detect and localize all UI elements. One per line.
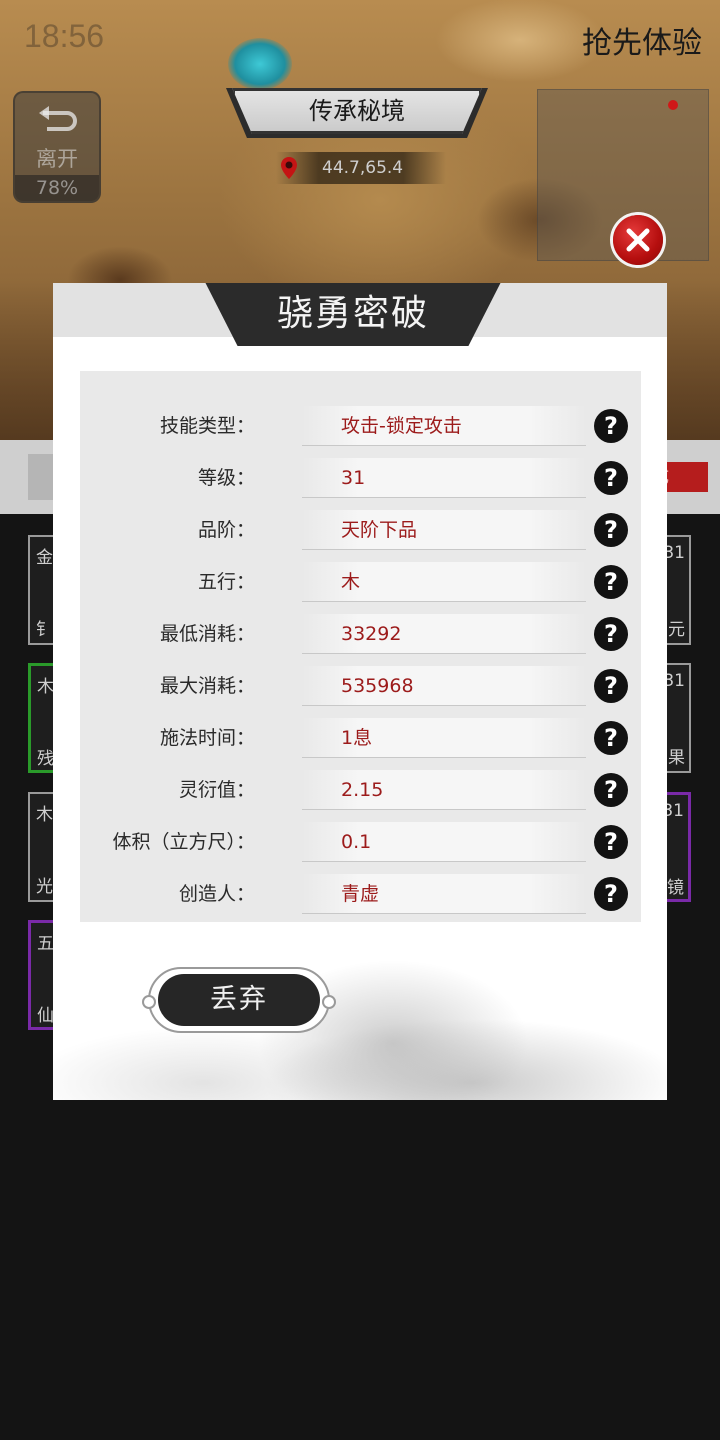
status-time: 18:56 <box>24 18 105 54</box>
info-row-volume: 体积（立方尺）： 0.1 ? <box>80 816 641 868</box>
early-access-label: 抢先体验 <box>582 26 702 61</box>
help-icon[interactable]: ? <box>594 877 628 911</box>
help-icon[interactable]: ? <box>594 617 628 651</box>
help-icon[interactable]: ? <box>594 409 628 443</box>
background-card-text: 残 <box>37 749 54 769</box>
return-arrow-icon <box>39 106 77 131</box>
help-icon[interactable]: ? <box>594 825 628 859</box>
background-card-text: 木 <box>37 677 54 697</box>
help-icon[interactable]: ? <box>594 773 628 807</box>
info-label: 灵衍值： <box>178 779 255 801</box>
info-label: 体积（立方尺）： <box>112 831 255 853</box>
help-icon[interactable]: ? <box>594 461 628 495</box>
info-row-element: 五行： 木 ? <box>80 556 641 608</box>
info-label: 等级： <box>197 467 255 489</box>
discard-button[interactable]: 丢弃 <box>158 974 320 1026</box>
background-card-text: 果 <box>668 748 685 768</box>
dialog-title: 骁勇密破 <box>276 293 429 334</box>
info-label: 施法时间： <box>159 727 255 749</box>
info-row-max-cost: 最大消耗： 535968 ? <box>80 660 641 712</box>
background-card-text: 钅 <box>36 620 53 640</box>
info-label: 创造人： <box>178 883 255 905</box>
info-row-min-cost: 最低消耗： 33292 ? <box>80 608 641 660</box>
background-card-text: 木 <box>36 805 53 825</box>
info-label: 技能类型： <box>159 415 255 437</box>
info-value: 0.1 <box>341 831 372 853</box>
leave-label: 离开 <box>36 147 78 171</box>
coordinates-display: 44.7,65.4 <box>276 152 446 184</box>
background-card-text: 金 <box>36 548 53 568</box>
info-value: 青虚 <box>341 883 380 905</box>
info-row-spirit-value: 灵衍值： 2.15 ? <box>80 764 641 816</box>
help-icon[interactable]: ? <box>594 669 628 703</box>
info-value: 33292 <box>341 623 402 645</box>
info-label: 最大消耗： <box>159 675 255 697</box>
skill-info-panel: 技能类型： 攻击-锁定攻击 ? 等级： 31 ? 品阶： 天阶下品 ? 五行： … <box>80 371 641 922</box>
background-card-text: 五 <box>37 934 54 954</box>
info-label: 最低消耗： <box>159 623 255 645</box>
info-row-skill-type: 技能类型： 攻击-锁定攻击 ? <box>80 400 641 452</box>
info-label: 五行： <box>197 571 255 593</box>
info-value: 1息 <box>341 727 373 749</box>
info-value: 31 <box>341 467 366 489</box>
info-row-level: 等级： 31 ? <box>80 452 641 504</box>
background-card-text: 镜 <box>667 878 684 898</box>
help-icon[interactable]: ? <box>594 721 628 755</box>
info-value: 2.15 <box>341 779 384 801</box>
close-button[interactable] <box>613 215 663 265</box>
help-icon[interactable]: ? <box>594 513 628 547</box>
leave-button[interactable]: 离开 78% <box>13 91 101 203</box>
info-value: 天阶下品 <box>341 519 418 541</box>
info-value: 535968 <box>341 675 414 697</box>
oasis-decoration <box>228 38 292 90</box>
background-card-text: 仙 <box>37 1006 54 1026</box>
background-card-text: 光 <box>36 877 53 897</box>
close-icon <box>626 228 650 252</box>
discard-button-frame: 丢弃 <box>142 967 336 1033</box>
leave-progress: 78% <box>15 175 99 201</box>
info-label: 品阶： <box>197 519 255 541</box>
ink-mountain-decoration <box>53 923 667 1100</box>
coordinates-value: 44.7,65.4 <box>322 158 404 178</box>
skill-detail-dialog: 骁勇密破 技能类型： 攻击-锁定攻击 ? 等级： 31 ? 品阶： 天阶下品 ?… <box>53 283 667 1100</box>
location-name: 传承秘境 <box>232 88 482 134</box>
info-row-creator: 创造人： 青虚 ? <box>80 868 641 920</box>
help-icon[interactable]: ? <box>594 565 628 599</box>
info-row-cast-time: 施法时间： 1息 ? <box>80 712 641 764</box>
info-value: 攻击-锁定攻击 <box>341 415 462 437</box>
background-card-text: 元 <box>668 620 685 640</box>
info-row-grade: 品阶： 天阶下品 ? <box>80 504 641 556</box>
location-pin-icon <box>281 157 297 179</box>
player-marker-icon <box>668 100 678 110</box>
info-value: 木 <box>341 571 361 593</box>
